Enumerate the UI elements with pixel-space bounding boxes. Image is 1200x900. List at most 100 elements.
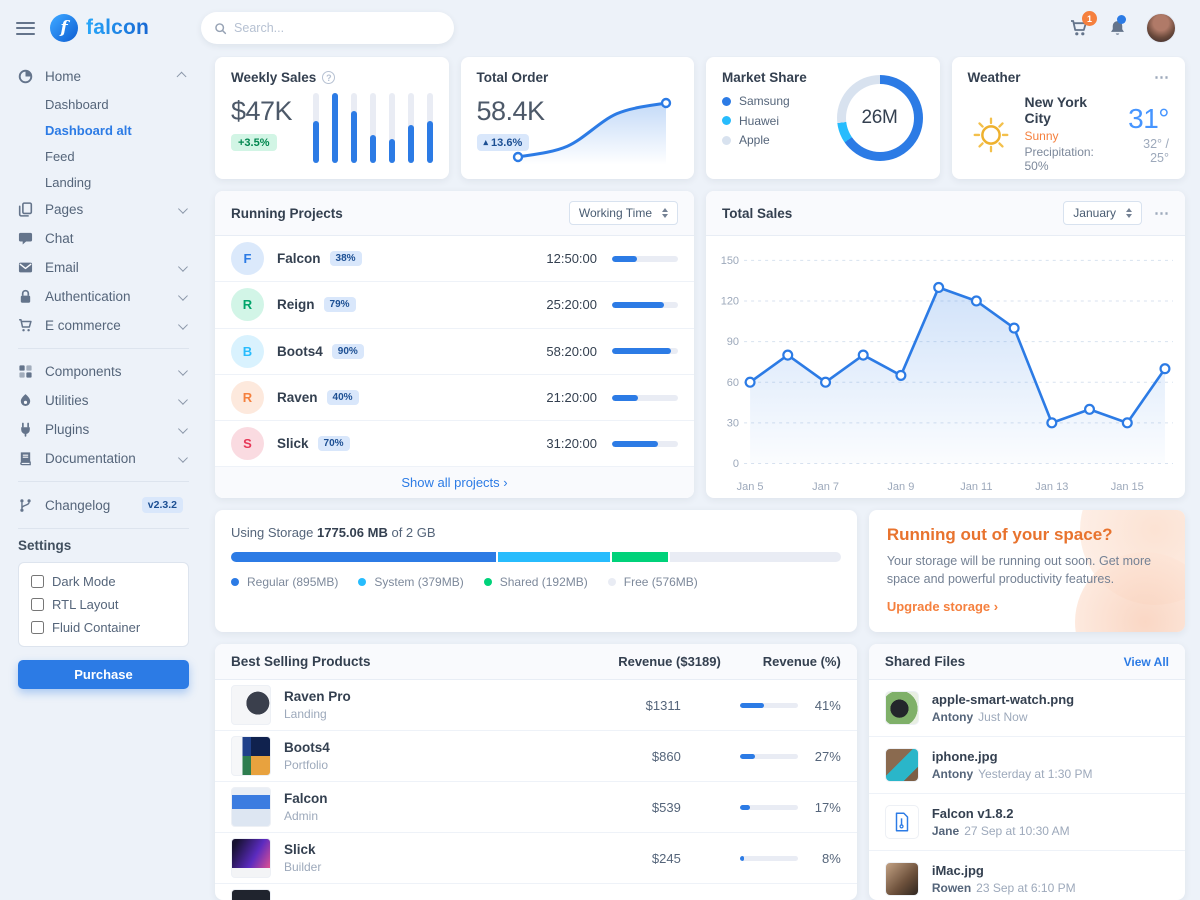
lock-icon: [18, 289, 34, 304]
main-content: Weekly Sales? $47K +3.5% Total Order 58.…: [207, 56, 1200, 900]
sidebar-item-landing[interactable]: Landing: [18, 169, 189, 195]
sidebar-nav: HomeDashboardDashboard altFeedLandingPag…: [18, 62, 189, 529]
plug-icon: [18, 422, 34, 437]
upgrade-storage-link[interactable]: Upgrade storage ›: [887, 599, 998, 614]
sidebar-item-dashboard-alt[interactable]: Dashboard alt: [18, 117, 189, 143]
sidebar-item-home[interactable]: Home: [18, 62, 189, 91]
product-row[interactable]: Raven Pro Landing $1311 41%: [215, 680, 857, 731]
product-thumbnail: [231, 889, 271, 900]
sidebar-item-authentication[interactable]: Authentication: [18, 282, 189, 311]
pie-chart-icon: [18, 69, 34, 84]
project-row[interactable]: S Slick 70% 31:20:00: [215, 421, 694, 467]
product-name: Raven Pro: [284, 689, 571, 704]
sidebar-item-utilities[interactable]: Utilities: [18, 386, 189, 415]
search-input[interactable]: [234, 21, 441, 35]
total-sales-line-chart: 0306090120150Jan 5Jan 7Jan 9Jan 11Jan 13…: [706, 236, 1185, 498]
bar: [389, 139, 395, 164]
shared-file-row[interactable]: iMac.jpg Rowen23 Sep at 6:10 PM: [869, 851, 1185, 900]
file-name: apple-smart-watch.png: [932, 692, 1074, 707]
sidebar-item-pages[interactable]: Pages: [18, 195, 189, 224]
sidebar-item-documentation[interactable]: Documentation: [18, 444, 189, 473]
shared-file-row[interactable]: apple-smart-watch.png AntonyJust Now: [869, 680, 1185, 737]
svg-text:60: 60: [727, 377, 739, 389]
weather-range: 32° / 25°: [1125, 137, 1169, 165]
storage-legend: Regular (895MB)System (379MB)Shared (192…: [231, 575, 841, 589]
total-order-card: Total Order 58.4K ▴13.6%: [461, 57, 695, 179]
storage-segment: [670, 552, 840, 562]
weather-title: Weather: [968, 70, 1021, 85]
user-avatar[interactable]: [1146, 13, 1176, 43]
svg-text:Jan 11: Jan 11: [960, 481, 992, 493]
brand-logo[interactable]: f falcon: [50, 14, 149, 42]
project-row[interactable]: B Boots4 90% 58:20:00: [215, 329, 694, 375]
file-owner: Antony: [932, 767, 973, 781]
product-row[interactable]: [215, 884, 857, 900]
sidebar-item-feed[interactable]: Feed: [18, 143, 189, 169]
purchase-button[interactable]: Purchase: [18, 660, 189, 689]
working-time-select[interactable]: Working Time: [569, 201, 678, 225]
legend-item: Shared (192MB): [484, 575, 588, 589]
rtl-layout-checkbox[interactable]: [31, 598, 44, 611]
bar-track: [408, 93, 414, 163]
bar: [351, 111, 357, 164]
legend-dot: [608, 578, 616, 586]
fluid-container-option[interactable]: Fluid Container: [31, 620, 176, 635]
rtl-layout-option[interactable]: RTL Layout: [31, 597, 176, 612]
dark-mode-option[interactable]: Dark Mode: [31, 574, 176, 589]
view-all-link[interactable]: View All: [1124, 655, 1169, 669]
project-progress-bar: [612, 348, 678, 354]
show-all-projects-link[interactable]: Show all projects ›: [215, 467, 694, 498]
fluid-container-checkbox[interactable]: [31, 621, 44, 634]
shared-file-row[interactable]: Falcon v1.8.2 Jane27 Sep at 10:30 AM: [869, 794, 1185, 851]
chevron-down-icon: [178, 204, 187, 213]
svg-text:0: 0: [733, 458, 739, 470]
revenue-column-header: Revenue ($3189): [571, 654, 721, 669]
product-category: Builder: [284, 860, 571, 874]
product-category: Admin: [284, 809, 571, 823]
search-bar[interactable]: [201, 12, 454, 44]
sidebar-item-dashboard[interactable]: Dashboard: [18, 91, 189, 117]
sort-icon: [662, 208, 668, 218]
shared-files-list: apple-smart-watch.png AntonyJust Now iph…: [869, 680, 1185, 900]
hamburger-menu-icon[interactable]: [16, 22, 35, 35]
sidebar-item-label: Changelog: [45, 498, 131, 513]
shared-file-row[interactable]: iphone.jpg AntonyYesterday at 1:30 PM: [869, 737, 1185, 794]
sidebar-item-components[interactable]: Components: [18, 357, 189, 386]
cart-button[interactable]: 1: [1069, 18, 1089, 38]
product-category: Portfolio: [284, 758, 571, 772]
product-thumbnail: [231, 736, 271, 776]
upgrade-title: Running out of your space?: [887, 525, 1167, 545]
project-row[interactable]: R Raven 40% 21:20:00: [215, 375, 694, 421]
sidebar-item-email[interactable]: Email: [18, 253, 189, 282]
legend-dot: [722, 116, 731, 125]
sidebar-item-label: Components: [45, 364, 168, 379]
bar-track: [427, 93, 433, 163]
storage-label: Using Storage: [231, 525, 313, 540]
project-row[interactable]: R Reign 79% 25:20:00: [215, 282, 694, 328]
dark-mode-checkbox[interactable]: [31, 575, 44, 588]
weather-menu-icon[interactable]: ⋯: [1154, 70, 1169, 85]
file-name: iphone.jpg: [932, 749, 1093, 764]
project-name: Falcon: [277, 251, 321, 266]
svg-text:Jan 7: Jan 7: [812, 481, 839, 493]
search-icon: [214, 22, 227, 35]
total-order-title: Total Order: [477, 70, 549, 85]
month-select[interactable]: January: [1063, 201, 1142, 225]
sidebar-item-chat[interactable]: Chat: [18, 224, 189, 253]
product-row[interactable]: Slick Builder $245 8%: [215, 833, 857, 884]
product-revenue: $860: [571, 749, 681, 764]
sidebar-item-changelog[interactable]: Changelogv2.3.2: [18, 490, 189, 520]
help-icon[interactable]: ?: [322, 71, 335, 84]
storage-segment: [612, 552, 669, 562]
total-sales-menu-icon[interactable]: ⋯: [1154, 206, 1169, 221]
product-row[interactable]: Boots4 Portfolio $860 27%: [215, 731, 857, 782]
divider: [18, 528, 189, 529]
cart-icon: [18, 318, 34, 333]
sidebar-item-e-commerce[interactable]: E commerce: [18, 311, 189, 340]
product-row[interactable]: Falcon Admin $539 17%: [215, 782, 857, 833]
sidebar-item-label: Documentation: [45, 451, 168, 466]
notifications-button[interactable]: [1108, 19, 1127, 38]
product-revenue: $245: [571, 851, 681, 866]
project-row[interactable]: F Falcon 38% 12:50:00: [215, 236, 694, 282]
sidebar-item-plugins[interactable]: Plugins: [18, 415, 189, 444]
